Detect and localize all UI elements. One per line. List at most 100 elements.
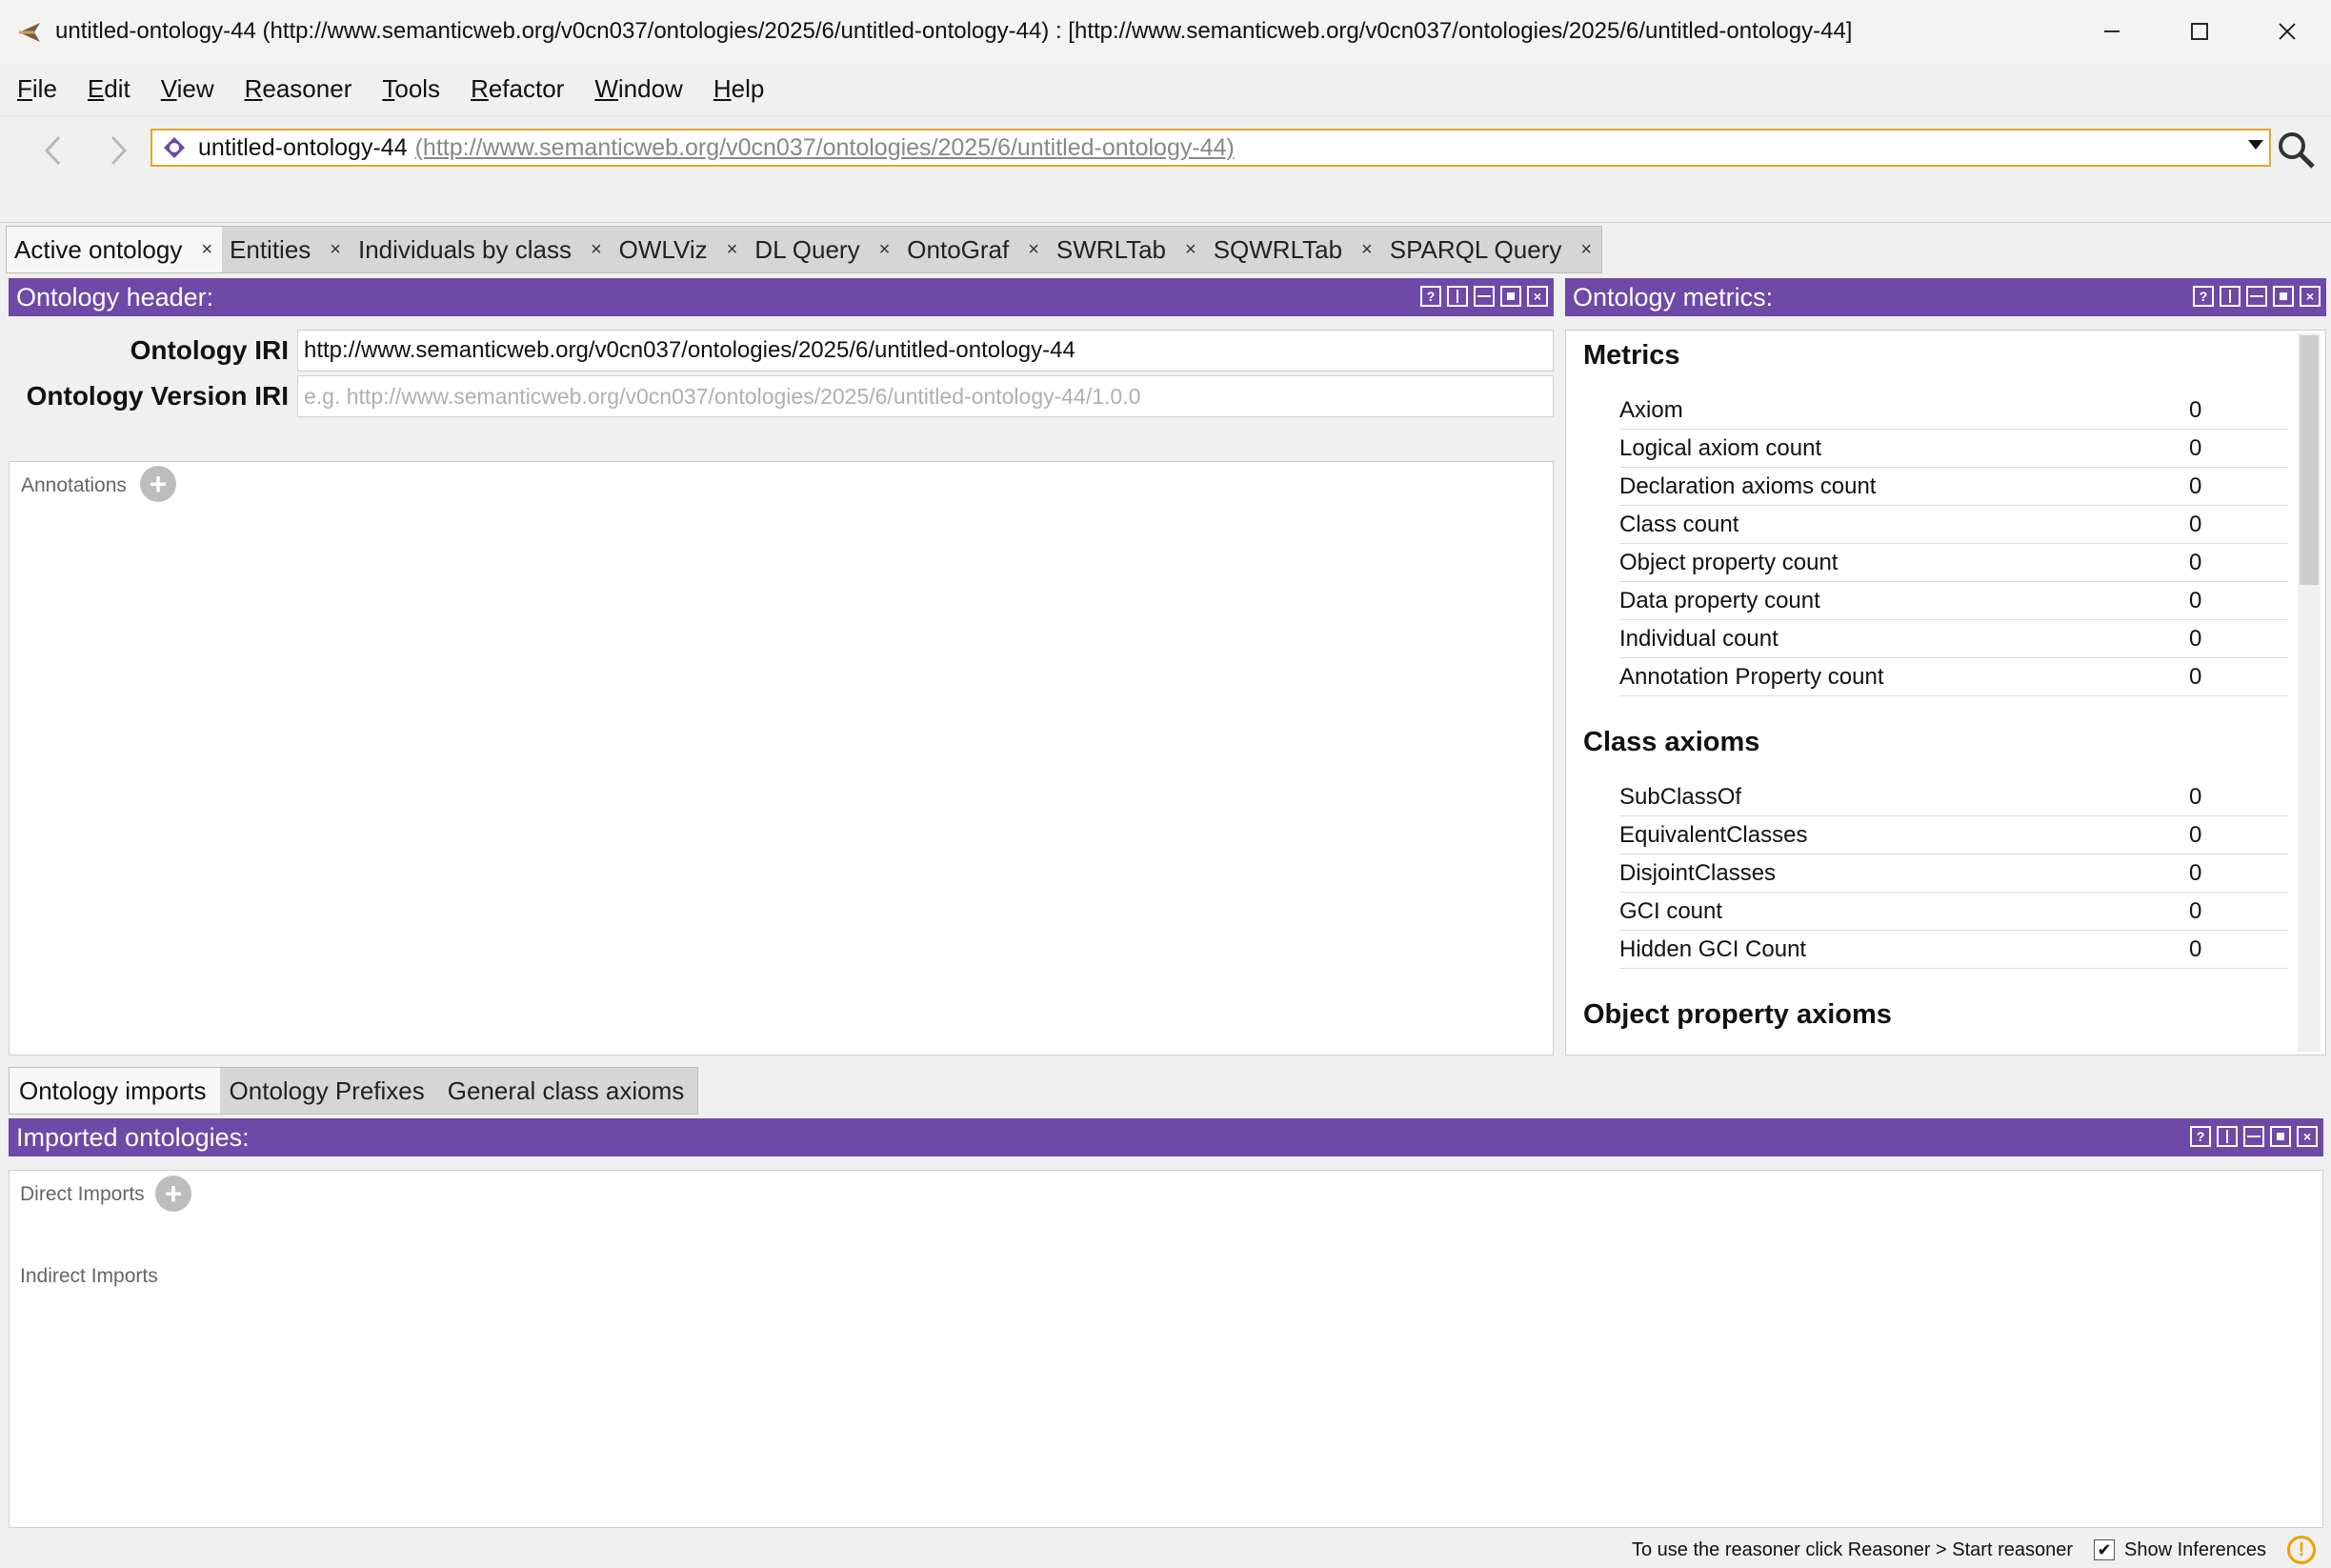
close-view-icon[interactable]: ×: [1527, 286, 1548, 307]
tab-close-icon[interactable]: ×: [1361, 239, 1373, 261]
back-button[interactable]: [34, 131, 72, 170]
float-icon[interactable]: [2270, 1126, 2291, 1147]
menu-label-rest: iew: [176, 74, 214, 103]
protege-app-icon: [15, 17, 44, 46]
metric-label: EquivalentClasses: [1619, 821, 1808, 848]
tab-general-class-axioms[interactable]: General class axioms: [437, 1068, 698, 1114]
menu-bar: File Edit View Reasoner Tools Refactor Window H…: [0, 63, 2331, 116]
metric-label: GCI count: [1619, 897, 1723, 924]
ontology-address-combo[interactable]: untitled-ontology-44 (http://www.semanti…: [151, 129, 2271, 167]
address-ontology-iri[interactable]: (http://www.semanticweb.org/v0cn037/onto…: [415, 134, 1235, 162]
split-vertical-icon[interactable]: [2217, 1126, 2238, 1147]
menu-view[interactable]: View: [151, 74, 224, 104]
split-horizontal-icon[interactable]: [2246, 286, 2267, 307]
check-icon: ✔: [2097, 1539, 2112, 1559]
metric-value: 0: [2189, 625, 2202, 652]
ontology-version-iri-field[interactable]: e.g. http://www.semanticweb.org/v0cn037/…: [297, 375, 1554, 417]
tab-individuals-by-class[interactable]: Individuals by class ×: [350, 227, 612, 272]
tab-active-ontology[interactable]: Active ontology ×: [7, 227, 223, 272]
split-vertical-icon[interactable]: [1447, 286, 1468, 307]
reasoner-hint: To use the reasoner click Reasoner > Sta…: [1631, 1538, 2074, 1560]
split-horizontal-icon[interactable]: [2243, 1126, 2264, 1147]
ontology-header-title: Ontology header:: [16, 282, 214, 312]
warning-icon[interactable]: !: [2287, 1536, 2316, 1564]
tab-label: Entities: [230, 234, 311, 264]
tab-swrltab[interactable]: SWRLTab ×: [1048, 227, 1206, 272]
menu-refactor[interactable]: Refactor: [461, 74, 573, 104]
menu-reasoner[interactable]: Reasoner: [235, 74, 362, 104]
menu-file[interactable]: File: [8, 74, 67, 104]
scrollbar-thumb[interactable]: [2300, 335, 2319, 585]
show-inferences-label: Show Inferences: [2124, 1538, 2266, 1560]
menu-label-rest: dit: [104, 74, 131, 103]
metrics-scrollbar[interactable]: [2298, 333, 2321, 1052]
tab-sqwrltab[interactable]: SQWRLTab ×: [1205, 227, 1382, 272]
tab-close-icon[interactable]: ×: [201, 239, 212, 261]
search-button[interactable]: [2275, 129, 2317, 171]
view-control-buttons: ? ×: [1420, 286, 1548, 307]
annotations-label: Annotations: [21, 474, 127, 496]
tab-close-icon[interactable]: ×: [1028, 239, 1039, 261]
add-direct-import-button[interactable]: +: [155, 1176, 191, 1212]
ontology-iri-label: Ontology IRI: [130, 335, 289, 365]
forward-button[interactable]: [99, 131, 137, 170]
menu-label-rest: ools: [394, 74, 441, 103]
menu-label-rest: indow: [617, 74, 683, 103]
tab-close-icon[interactable]: ×: [879, 239, 891, 261]
float-icon[interactable]: [1500, 286, 1521, 307]
maximize-button[interactable]: [2156, 0, 2243, 63]
tab-label: SPARQL Query: [1389, 234, 1562, 264]
tab-dl-query[interactable]: DL Query ×: [747, 227, 900, 272]
tab-close-icon[interactable]: ×: [1580, 239, 1592, 261]
indirect-imports-label: Indirect Imports: [20, 1265, 158, 1287]
metric-value: 0: [2189, 897, 2202, 924]
close-button[interactable]: [2243, 0, 2331, 63]
plus-icon: +: [164, 1176, 183, 1211]
tab-close-icon[interactable]: ×: [727, 239, 738, 261]
add-annotation-button[interactable]: +: [140, 466, 176, 502]
metrics-section-heading: Object property axioms: [1583, 999, 1892, 1030]
metric-label: Logical axiom count: [1619, 434, 1822, 461]
metrics-row: Axiom 0: [1619, 392, 2288, 430]
tab-label: OntoGraf: [907, 234, 1010, 264]
metric-value: 0: [2189, 434, 2202, 461]
menu-tools[interactable]: Tools: [372, 74, 450, 104]
close-view-icon[interactable]: ×: [2300, 286, 2321, 307]
tab-close-icon[interactable]: ×: [1185, 239, 1196, 261]
float-icon[interactable]: [2273, 286, 2294, 307]
tab-label: SWRLTab: [1055, 234, 1167, 264]
metric-value: 0: [2189, 511, 2202, 537]
close-icon: [2279, 23, 2296, 40]
ontology-metrics-title: Ontology metrics:: [1573, 282, 1774, 312]
ontology-iri-field[interactable]: http://www.semanticweb.org/v0cn037/ontol…: [297, 330, 1554, 372]
metrics-section-heading: Class axioms: [1583, 727, 1760, 757]
show-inferences-checkbox[interactable]: ✔: [2094, 1539, 2116, 1560]
split-vertical-icon[interactable]: [2220, 286, 2241, 307]
menu-window[interactable]: Window: [585, 74, 692, 104]
help-icon[interactable]: ?: [2190, 1126, 2211, 1147]
menu-help[interactable]: Help: [704, 74, 774, 104]
tab-sparql-query[interactable]: SPARQL Query ×: [1381, 227, 1602, 272]
minimize-button[interactable]: [2068, 0, 2156, 63]
tab-ontology-prefixes[interactable]: Ontology Prefixes: [219, 1068, 438, 1114]
tab-close-icon[interactable]: ×: [330, 239, 341, 261]
tab-close-icon[interactable]: ×: [591, 239, 602, 261]
window-controls: [2068, 0, 2331, 63]
plus-icon: +: [149, 467, 168, 501]
menu-edit[interactable]: Edit: [78, 74, 140, 104]
metrics-row: GCI count 0: [1619, 893, 2288, 931]
tab-owlviz[interactable]: OWLViz ×: [611, 227, 748, 272]
tab-entities[interactable]: Entities ×: [222, 227, 351, 272]
tab-ontograf[interactable]: OntoGraf ×: [899, 227, 1049, 272]
bottom-tabs: Ontology imports Ontology Prefixes General…: [9, 1067, 699, 1115]
dropdown-arrow-icon[interactable]: [2248, 140, 2263, 150]
metric-label: Hidden GCI Count: [1619, 935, 1807, 962]
tab-ontology-imports[interactable]: Ontology imports: [10, 1068, 220, 1114]
tab-label: DL Query: [754, 234, 860, 264]
split-horizontal-icon[interactable]: [1474, 286, 1495, 307]
close-view-icon[interactable]: ×: [2297, 1126, 2318, 1147]
metrics-row: Data property count 0: [1619, 582, 2288, 620]
help-icon[interactable]: ?: [1420, 286, 1441, 307]
help-icon[interactable]: ?: [2193, 286, 2214, 307]
metric-label: Annotation Property count: [1619, 663, 1884, 690]
